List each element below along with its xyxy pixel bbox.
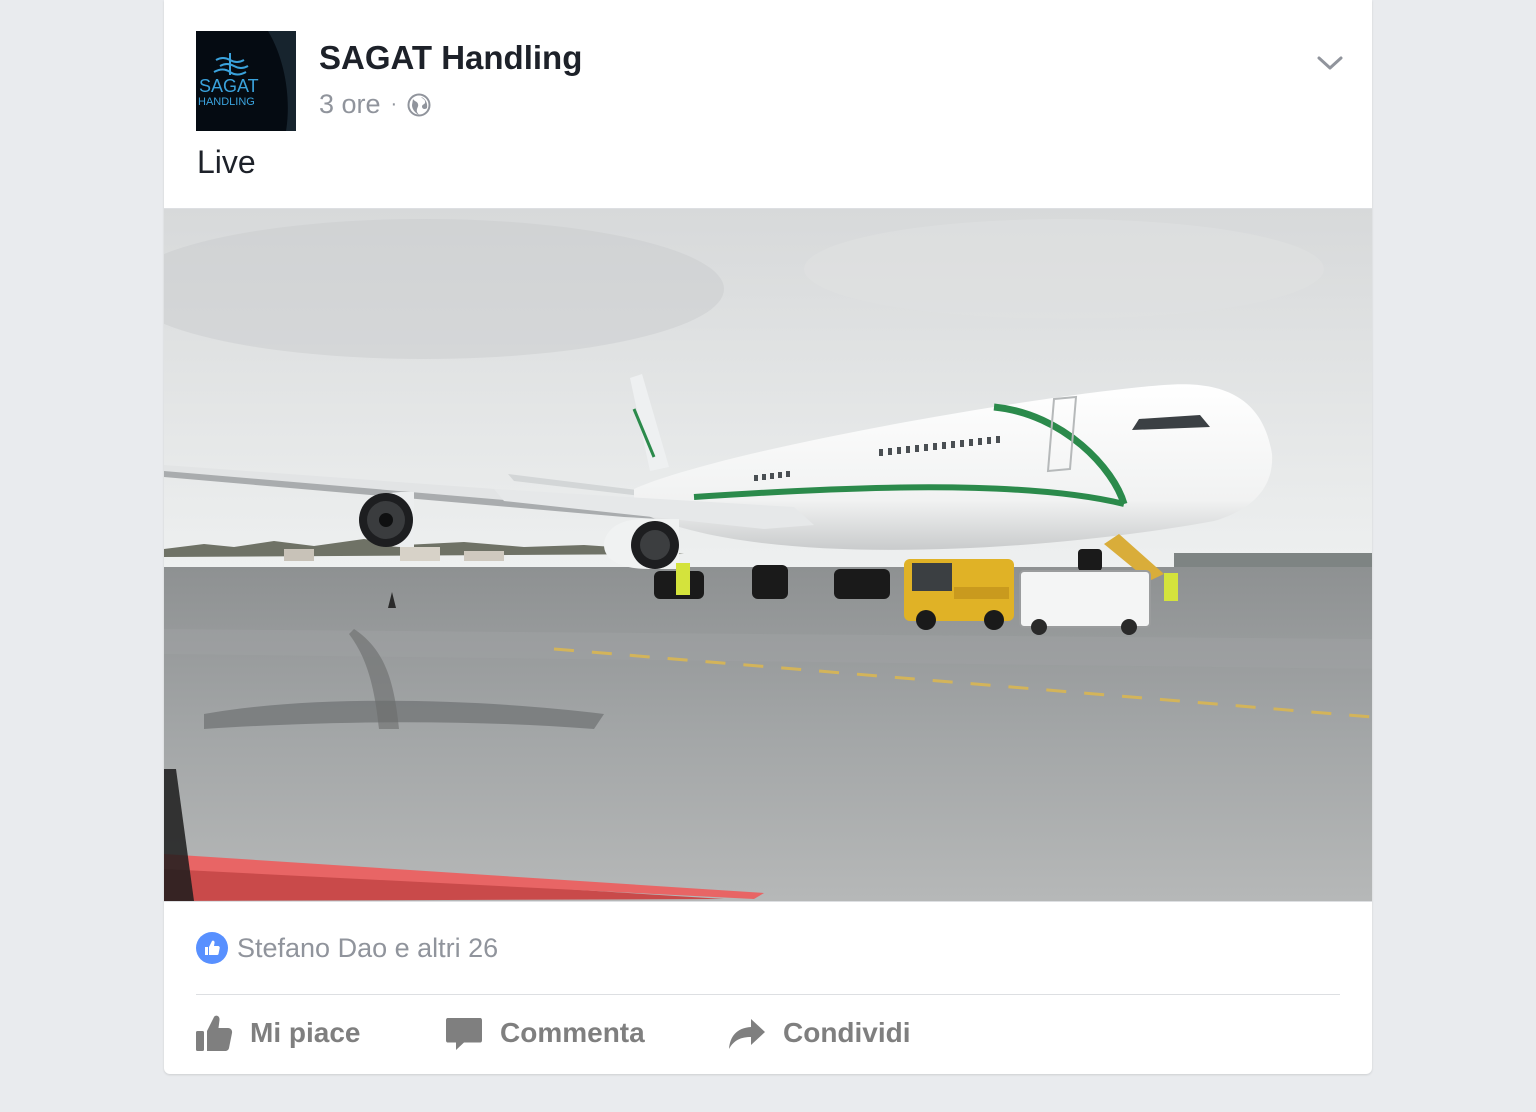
post-actions-bar: Mi piace Commenta Condividi: [194, 1006, 911, 1060]
reactions-text: Stefano Dao e altri 26: [237, 932, 499, 963]
globe-icon: [407, 93, 431, 117]
share-button[interactable]: Condividi: [727, 1013, 911, 1053]
like-button-label: Mi piace: [250, 1017, 361, 1048]
like-button[interactable]: Mi piace: [194, 1013, 444, 1053]
actions-divider: [196, 994, 1340, 995]
post-card: SAGAT HANDLING SAGAT Handling 3 ore · Li…: [164, 0, 1372, 1074]
share-arrow-icon: [727, 1013, 767, 1053]
like-badge-icon: [196, 932, 228, 964]
comment-bubble-icon: [444, 1013, 484, 1053]
post-photo[interactable]: [164, 208, 1372, 902]
comment-button[interactable]: Commenta: [444, 1013, 727, 1053]
airplane-photo: [164, 209, 1372, 901]
page-avatar[interactable]: SAGAT HANDLING: [196, 31, 296, 131]
avatar-logo-text-1: SAGAT: [199, 76, 259, 96]
thumbs-up-icon: [194, 1013, 234, 1053]
post-meta: 3 ore ·: [319, 89, 431, 120]
comment-button-label: Commenta: [500, 1017, 645, 1048]
post-timestamp[interactable]: 3 ore: [319, 89, 381, 120]
meta-separator: ·: [390, 93, 398, 115]
reactions-summary[interactable]: Stefano Dao e altri 26: [196, 932, 498, 964]
avatar-logo-text-2: HANDLING: [198, 96, 255, 108]
page-name-link[interactable]: SAGAT Handling: [319, 39, 582, 77]
post-header: SAGAT HANDLING SAGAT Handling 3 ore ·: [196, 31, 1372, 131]
avatar-logo: SAGAT HANDLING: [196, 31, 296, 131]
chevron-down-icon[interactable]: [1310, 43, 1350, 83]
share-button-label: Condividi: [783, 1017, 911, 1048]
post-text: Live: [197, 144, 256, 180]
